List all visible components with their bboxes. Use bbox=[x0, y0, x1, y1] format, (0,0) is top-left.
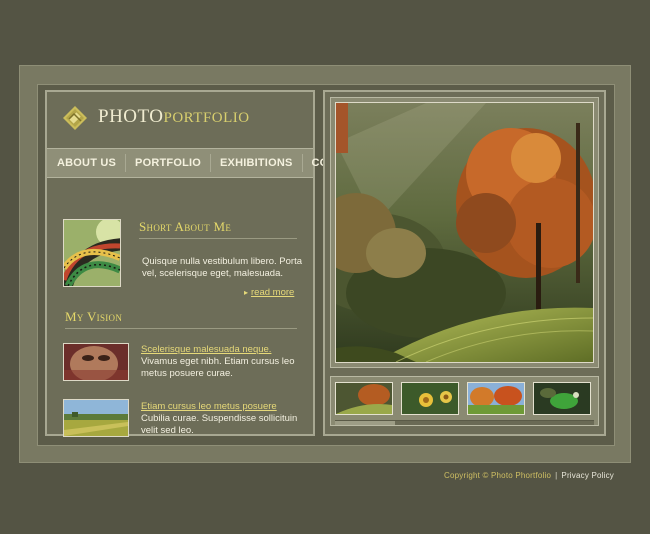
scrollbar-thumb[interactable] bbox=[335, 421, 395, 425]
read-more-label: read more bbox=[251, 287, 295, 298]
vision-item-2-link[interactable]: Etiam cursus leo metus posuere bbox=[141, 401, 277, 412]
diamond-logo-icon bbox=[63, 106, 87, 130]
nav-exhibitions[interactable]: EXHIBITIONS bbox=[211, 154, 303, 172]
thumbnail-4[interactable] bbox=[533, 382, 591, 415]
logo-text-photo: PHOTO bbox=[98, 106, 164, 127]
copyright-text: Copyright © Photo Phortfolio bbox=[444, 471, 552, 480]
site-frame: PHOTOPORTFOLIO ABOUT US PORTFOLIO EXHIBI… bbox=[19, 65, 631, 463]
arrow-icon: ▸ bbox=[244, 288, 249, 297]
thumbnail-2[interactable] bbox=[401, 382, 459, 415]
vision-item-2: Etiam cursus leo metus posuere Cubilia c… bbox=[141, 401, 305, 437]
right-panel bbox=[323, 90, 606, 436]
vision-item-1-link[interactable]: Scelerisque malesuada neque. bbox=[141, 344, 271, 355]
vision-heading: My Vision bbox=[65, 309, 297, 329]
vision-image-2 bbox=[63, 399, 129, 437]
main-photo bbox=[335, 102, 594, 363]
vision-item-1-text: Vivamus eget nibh. Etiam cursus leo metu… bbox=[141, 356, 295, 379]
main-nav: ABOUT US PORTFOLIO EXHIBITIONS CONTACTS bbox=[47, 148, 373, 178]
thumbnail-scrollbar[interactable] bbox=[335, 420, 594, 425]
film-reel-image bbox=[63, 219, 121, 287]
nav-portfolio[interactable]: PORTFOLIO bbox=[126, 154, 212, 172]
about-heading: Short About Me bbox=[139, 219, 297, 239]
logo[interactable]: PHOTOPORTFOLIO bbox=[47, 92, 313, 142]
site-inner-frame: PHOTOPORTFOLIO ABOUT US PORTFOLIO EXHIBI… bbox=[37, 84, 615, 446]
thumbnail-1[interactable] bbox=[335, 382, 393, 415]
thumbnail-strip bbox=[330, 376, 599, 426]
vision-item-2-text: Cubilia curae. Suspendisse sollicituin v… bbox=[141, 413, 298, 436]
vision-image-1 bbox=[63, 343, 129, 381]
footer-separator: | bbox=[555, 471, 558, 480]
vision-item-1: Scelerisque malesuada neque. Vivamus ege… bbox=[141, 344, 305, 380]
logo-text-portfolio: PORTFOLIO bbox=[163, 110, 250, 126]
privacy-policy-link[interactable]: Privacy Policy bbox=[561, 471, 614, 480]
main-photo-frame bbox=[330, 97, 599, 368]
logo-text: PHOTOPORTFOLIO bbox=[98, 106, 250, 128]
nav-about-us[interactable]: ABOUT US bbox=[47, 154, 127, 172]
read-more-link[interactable]: ▸ read more bbox=[244, 287, 294, 298]
thumbnail-3[interactable] bbox=[467, 382, 525, 415]
footer: Copyright © Photo Phortfolio | Privacy Pol… bbox=[444, 471, 614, 480]
about-text: Quisque nulla vestibulum libero. Porta v… bbox=[142, 256, 303, 279]
left-panel: PHOTOPORTFOLIO ABOUT US PORTFOLIO EXHIBI… bbox=[45, 90, 373, 437]
